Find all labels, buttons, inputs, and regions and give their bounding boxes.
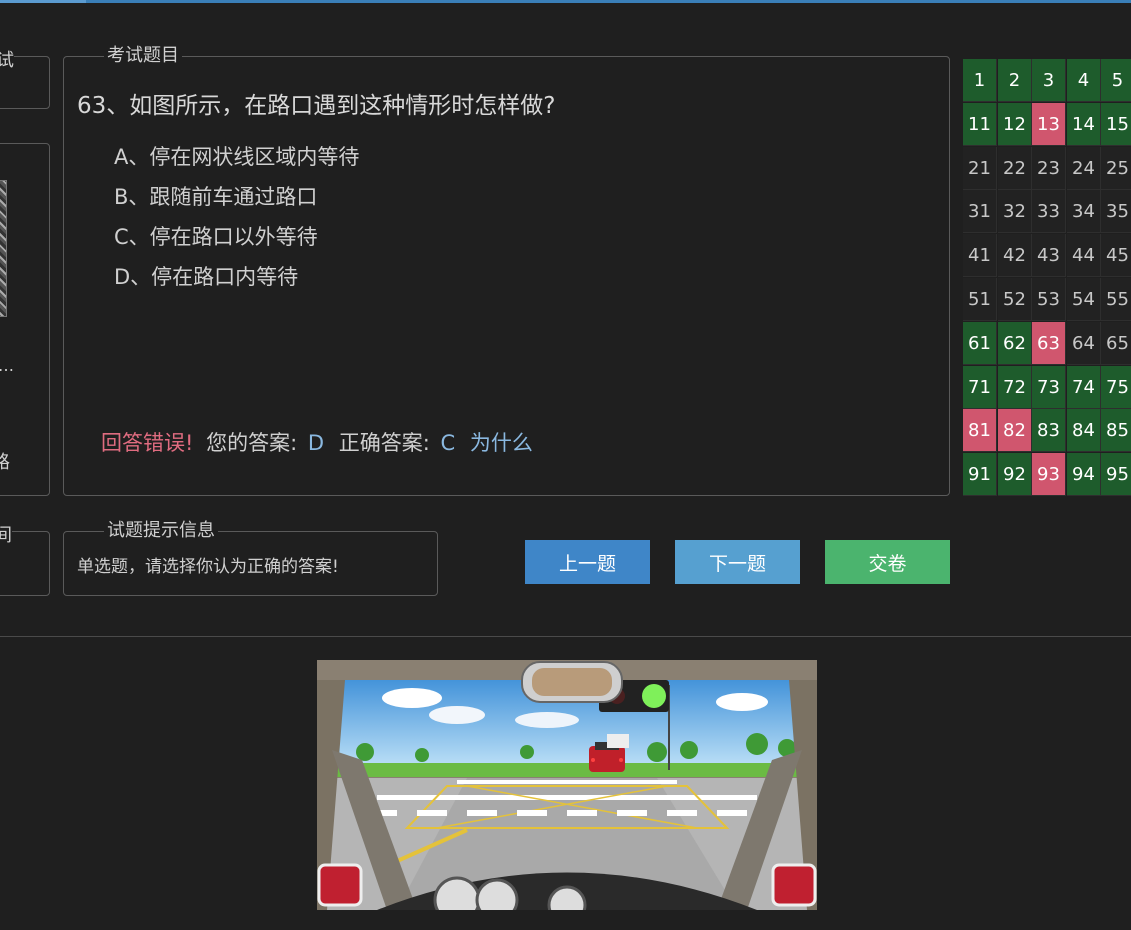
question-cell[interactable]: 85 — [1101, 409, 1131, 452]
question-cell[interactable]: 13 — [1032, 103, 1066, 146]
driver-view-intersection-illustration — [317, 660, 817, 925]
exam-info-legend: 试 — [0, 46, 14, 72]
question-cell[interactable]: 65 — [1101, 322, 1131, 365]
question-cell[interactable]: 54 — [1067, 278, 1101, 321]
question-cell[interactable]: 53 — [1032, 278, 1066, 321]
question-cell[interactable]: 55 — [1101, 278, 1131, 321]
question-cell[interactable]: 33 — [1032, 190, 1066, 233]
question-text: 63、如图所示，在路口遇到这种情形时怎样做? — [77, 93, 556, 119]
question-cell[interactable]: 92 — [998, 453, 1032, 496]
correct-answer-label: 正确答案: — [338, 431, 430, 455]
question-cell[interactable]: 95 — [1101, 453, 1131, 496]
question-cell[interactable]: 15 — [1101, 103, 1131, 146]
question-cell[interactable]: 44 — [1067, 234, 1101, 277]
question-cell[interactable]: 22 — [998, 147, 1032, 190]
question-cell[interactable]: 2 — [998, 59, 1032, 102]
active-tab-indicator — [0, 0, 86, 3]
question-cell[interactable]: 34 — [1067, 190, 1101, 233]
prev-question-button[interactable]: 上一题 — [525, 540, 650, 584]
question-cell[interactable]: 83 — [1032, 409, 1066, 452]
question-cell[interactable]: 71 — [963, 366, 997, 409]
question-cell[interactable]: 3 — [1032, 59, 1066, 102]
question-cell[interactable]: 73 — [1032, 366, 1066, 409]
question-cell[interactable]: 21 — [963, 147, 997, 190]
next-question-button[interactable]: 下一题 — [675, 540, 800, 584]
question-cell[interactable]: 41 — [963, 234, 997, 277]
question-illustration — [317, 660, 817, 925]
question-cell[interactable]: 45 — [1101, 234, 1131, 277]
question-cell[interactable]: 14 — [1067, 103, 1101, 146]
question-panel-legend: 考试题目 — [107, 45, 179, 66]
question-cell[interactable]: 81 — [963, 409, 997, 452]
question-cell[interactable]: 42 — [998, 234, 1032, 277]
your-answer-label: 您的答案: — [206, 431, 298, 455]
hint-text: 单选题，请选择你认为正确的答案! — [77, 557, 339, 577]
question-cell[interactable]: 25 — [1101, 147, 1131, 190]
question-cell[interactable]: 84 — [1067, 409, 1101, 452]
question-cell[interactable]: 4 — [1067, 59, 1101, 102]
question-cell[interactable]: 75 — [1101, 366, 1131, 409]
answer-result: 回答错误! 您的答案: D 正确答案: C 为什么 — [101, 427, 533, 457]
question-cell[interactable]: 82 — [998, 409, 1032, 452]
hint-panel-legend: 试题提示信息 — [107, 520, 215, 541]
option-d[interactable]: D、停在路口内等待 — [114, 261, 298, 291]
question-cell[interactable]: 32 — [998, 190, 1032, 233]
question-cell[interactable]: 64 — [1067, 322, 1101, 365]
question-cell[interactable]: 91 — [963, 453, 997, 496]
question-cell[interactable]: 74 — [1067, 366, 1101, 409]
question-cell[interactable]: 31 — [963, 190, 997, 233]
question-cell[interactable]: 94 — [1067, 453, 1101, 496]
question-cell[interactable]: 62 — [998, 322, 1032, 365]
answer-grid: 1 2 3 4 5 11 12 13 14 15 21 22 23 24 25 31 32 33 34 35 41 42 4… — [963, 59, 1131, 496]
question-cell[interactable]: 12 — [998, 103, 1032, 146]
question-cell[interactable]: 52 — [998, 278, 1032, 321]
question-cell[interactable]: 5 — [1101, 59, 1131, 102]
question-cell[interactable]: 35 — [1101, 190, 1131, 233]
question-cell[interactable]: 93 — [1032, 453, 1066, 496]
examinee-photo — [0, 180, 7, 317]
window-top-accent-bar — [0, 0, 1131, 3]
option-c[interactable]: C、停在路口以外等待 — [114, 221, 318, 251]
question-cell[interactable]: 63 — [1032, 322, 1066, 365]
question-cell[interactable]: 11 — [963, 103, 997, 146]
why-link[interactable]: 为什么 — [470, 431, 533, 455]
your-answer-value: D — [307, 431, 325, 455]
correct-answer-value: C — [440, 431, 456, 455]
examinee-name-fragment: … — [0, 356, 14, 375]
time-info-legend: 间 — [0, 521, 12, 547]
result-status: 回答错误! — [101, 431, 194, 455]
section-divider — [0, 636, 1131, 637]
option-b[interactable]: B、跟随前车通过路口 — [114, 181, 317, 211]
submit-exam-button[interactable]: 交卷 — [825, 540, 950, 584]
question-cell[interactable]: 23 — [1032, 147, 1066, 190]
question-cell[interactable]: 61 — [963, 322, 997, 365]
question-cell[interactable]: 1 — [963, 59, 997, 102]
examinee-info-box — [0, 143, 50, 496]
question-cell[interactable]: 72 — [998, 366, 1032, 409]
question-cell[interactable]: 51 — [963, 278, 997, 321]
question-cell[interactable]: 24 — [1067, 147, 1101, 190]
option-a[interactable]: A、停在网状线区域内等待 — [114, 141, 359, 171]
exam-type-fragment: 路 — [0, 452, 10, 473]
question-cell[interactable]: 43 — [1032, 234, 1066, 277]
